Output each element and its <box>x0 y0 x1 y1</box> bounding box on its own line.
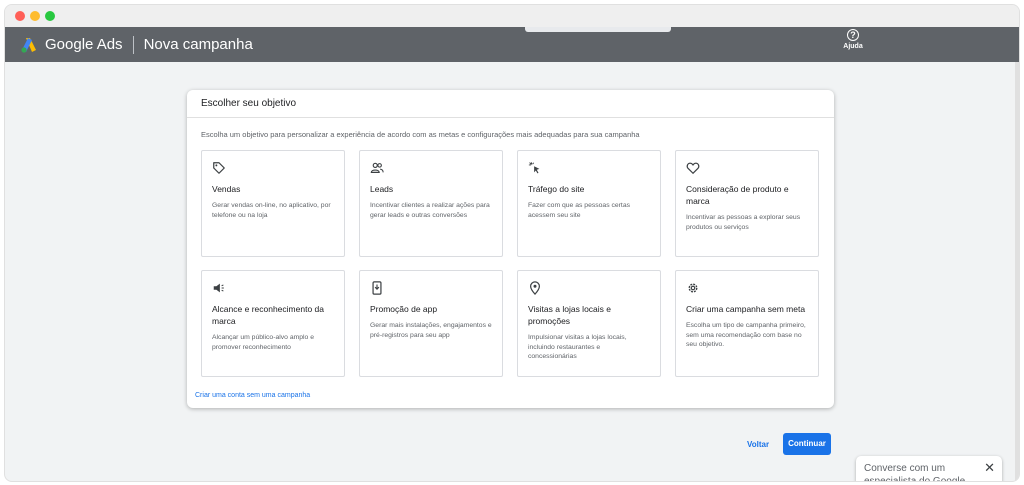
scrollbar[interactable] <box>1015 62 1019 481</box>
card-description: Gerar vendas on-line, no aplicativo, por… <box>212 202 331 219</box>
maximize-window-button[interactable] <box>45 11 55 21</box>
chat-text: Converse com um especialista do Google A… <box>864 463 966 482</box>
app-header: Google Ads Nova campanha ? Ajuda <box>5 27 1019 62</box>
brand-name: Google Ads <box>45 36 123 53</box>
card-description: Alcançar um público-alvo amplo e promove… <box>212 334 315 351</box>
header-divider <box>132 35 134 54</box>
close-icon[interactable]: ✕ <box>984 461 995 474</box>
help-button[interactable]: ? Ajuda <box>839 29 867 50</box>
cursor-click-icon <box>528 161 542 175</box>
megaphone-icon <box>212 281 226 295</box>
card-description: Incentivar clientes a realizar ações par… <box>370 202 490 219</box>
card-title: Consideração de produto e marca <box>686 184 789 206</box>
objective-card-consideracao[interactable]: Consideração de produto e marca Incentiv… <box>675 150 819 257</box>
card-title: Visitas a lojas locais e promoções <box>528 304 611 326</box>
objective-card-app[interactable]: Promoção de app Gerar mais instalações, … <box>359 270 503 377</box>
back-button[interactable]: Voltar <box>747 440 769 449</box>
objective-dialog: Escolher seu objetivo Escolha um objetiv… <box>187 90 834 408</box>
window-titlebar <box>5 5 1019 27</box>
gear-icon <box>686 281 700 295</box>
objective-card-leads[interactable]: Leads Incentivar clientes a realizar açõ… <box>359 150 503 257</box>
help-icon: ? <box>847 29 859 41</box>
dialog-title: Escolher seu objetivo <box>187 90 834 118</box>
location-pin-icon <box>528 281 542 295</box>
objective-card-trafego[interactable]: Tráfego do site Fazer com que as pessoas… <box>517 150 661 257</box>
card-title: Promoção de app <box>370 304 438 314</box>
dialog-subtitle: Escolha um objetivo para personalizar a … <box>201 130 640 139</box>
tag-icon <box>212 161 226 175</box>
objective-card-sem-meta[interactable]: Criar uma campanha sem meta Escolha um t… <box>675 270 819 377</box>
close-window-button[interactable] <box>15 11 25 21</box>
card-description: Gerar mais instalações, engajamentos e p… <box>370 322 492 339</box>
continue-button[interactable]: Continuar <box>783 433 831 455</box>
card-description: Fazer com que as pessoas certas acessem … <box>528 202 630 219</box>
google-ads-logo-icon[interactable] <box>19 35 39 55</box>
card-title: Alcance e reconhecimento da marca <box>212 304 324 326</box>
card-description: Escolha um tipo de campanha primeiro, se… <box>686 322 806 348</box>
card-description: Incentivar as pessoas a explorar seus pr… <box>686 214 801 231</box>
create-account-without-campaign-link[interactable]: Criar uma conta sem uma campanha <box>195 392 310 399</box>
help-label: Ajuda <box>843 43 863 50</box>
chat-widget[interactable]: Converse com um especialista do Google A… <box>856 456 1002 482</box>
card-title: Vendas <box>212 184 241 194</box>
heart-icon <box>686 161 700 175</box>
header-notch <box>525 27 671 32</box>
card-title: Criar uma campanha sem meta <box>686 304 806 314</box>
people-icon <box>370 161 384 175</box>
phone-download-icon <box>370 281 384 295</box>
minimize-window-button[interactable] <box>30 11 40 21</box>
page-title: Nova campanha <box>143 36 253 53</box>
card-description: Impulsionar visitas a lojas locais, incl… <box>528 334 627 360</box>
objective-card-vendas[interactable]: Vendas Gerar vendas on-line, no aplicati… <box>201 150 345 257</box>
card-title: Tráfego do site <box>528 184 585 194</box>
card-title: Leads <box>370 184 394 194</box>
objective-card-alcance[interactable]: Alcance e reconhecimento da marca Alcanç… <box>201 270 345 377</box>
objective-card-lojas-locais[interactable]: Visitas a lojas locais e promoções Impul… <box>517 270 661 377</box>
objective-grid: Vendas Gerar vendas on-line, no aplicati… <box>201 150 820 377</box>
browser-window: Google Ads Nova campanha ? Ajuda Escolhe… <box>4 4 1020 482</box>
